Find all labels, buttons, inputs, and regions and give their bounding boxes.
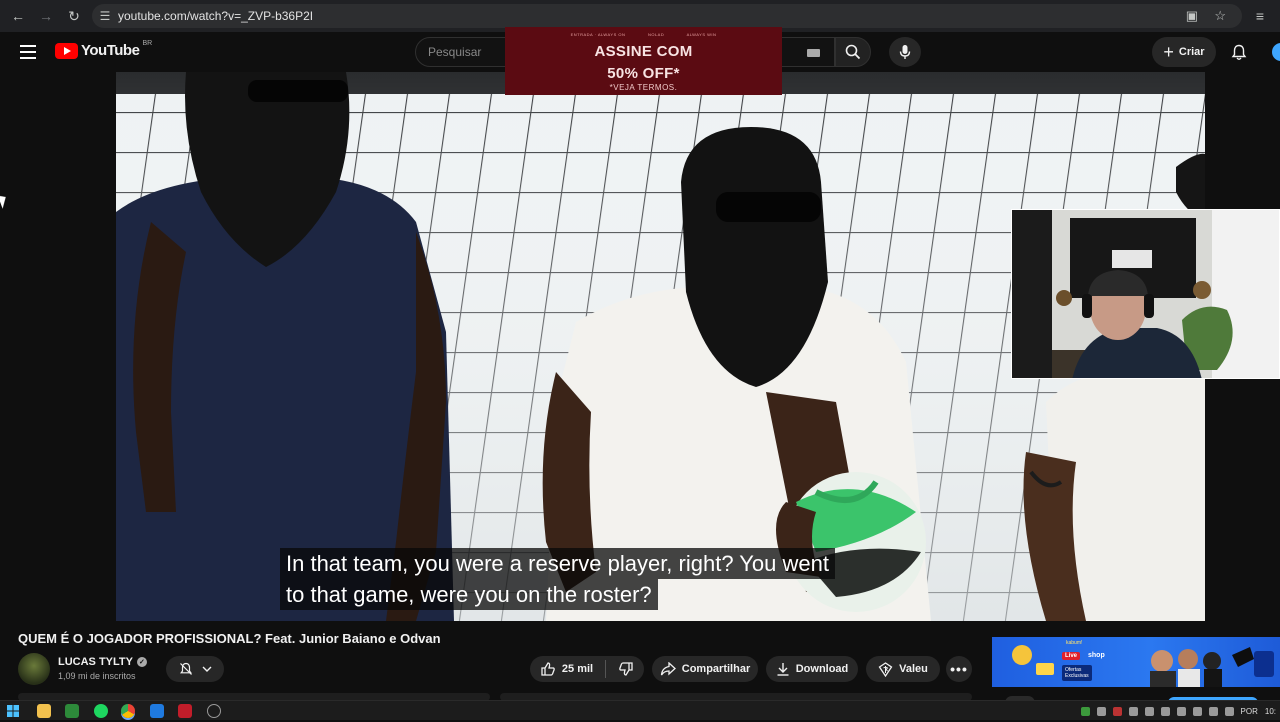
download-button[interactable]: Download (766, 656, 858, 682)
ad-fine-print-3: ALWAYS WIN (686, 32, 717, 37)
ad-fine-print-2: NOLAD (647, 32, 665, 37)
url-text: youtube.com/watch?v=_ZVP-b36P2I (118, 9, 314, 23)
back-arrow-icon[interactable]: ← (4, 0, 32, 32)
thanks-label: Valeu (899, 663, 928, 675)
bell-off-icon (179, 662, 192, 675)
rec-ad-brand: kabum! (1066, 640, 1083, 646)
verified-check-icon: ✓ (136, 657, 147, 667)
ad-fine-print: ENTRADA · ALWAYS ON NOLAD ALWAYS WIN (505, 32, 782, 37)
windows-start-icon[interactable] (7, 704, 21, 718)
dislike-thumb-icon[interactable] (618, 661, 634, 677)
chrome-icon[interactable] (121, 704, 135, 718)
recommended-ad-banner[interactable]: kabum! Live shop Ofertas Exclusivas (992, 637, 1280, 687)
tray-battery-icon[interactable] (1192, 706, 1202, 716)
like-thumb-icon[interactable] (540, 661, 556, 677)
rec-ad-ofertas: Ofertas Exclusivas (1062, 665, 1092, 681)
webcam-feed (1012, 210, 1279, 378)
menu-hamburger-icon[interactable] (16, 40, 40, 64)
search-placeholder: Pesquisar (428, 45, 482, 59)
tray-gamepad-icon[interactable] (1128, 706, 1138, 716)
video-subtitles: In that team, you were a reserve player,… (280, 548, 960, 610)
super-thanks-icon (878, 661, 893, 677)
clock-time[interactable]: 10: (1265, 707, 1276, 716)
system-tray: POR 10: (1080, 703, 1280, 719)
tray-volume-icon[interactable] (1224, 706, 1234, 716)
tray-mic-icon[interactable] (1176, 706, 1186, 716)
create-button[interactable]: + Criar (1152, 37, 1216, 67)
address-bar[interactable]: ☰ youtube.com/watch?v=_ZVP-b36P2I ▣ ☆ (92, 4, 1242, 28)
site-info-icon[interactable]: ☰ (92, 9, 118, 23)
xbox-app-icon[interactable] (65, 704, 79, 718)
video-title: QUEM É O JOGADOR PROFISSIONAL? Feat. Jun… (18, 631, 441, 646)
voice-search-button[interactable] (889, 37, 921, 67)
app-blue-icon[interactable] (150, 704, 164, 718)
more-actions-button[interactable]: ••• (946, 656, 972, 682)
channel-name: LUCAS TYLTY (58, 656, 133, 668)
rec-ad-live-badge: Live (1062, 652, 1081, 660)
reload-icon[interactable]: ↻ (60, 0, 88, 32)
microphone-icon (899, 45, 911, 59)
app-circle-icon[interactable] (207, 704, 221, 718)
bell-icon (1231, 44, 1247, 60)
spotify-icon[interactable] (94, 704, 108, 718)
download-icon (777, 663, 789, 676)
more-dots-icon: ••• (950, 661, 968, 677)
install-app-icon[interactable]: ▣ (1186, 4, 1198, 28)
thanks-button[interactable]: Valeu (866, 656, 940, 682)
tray-cursor-icon[interactable] (1096, 706, 1106, 716)
bookmark-star-icon[interactable]: ☆ (1214, 4, 1226, 28)
create-label: Criar (1178, 46, 1205, 58)
subscriber-count: 1,09 mi de inscritos (58, 671, 136, 681)
chevron-down-icon (202, 666, 211, 672)
rec-ad-shop: shop (1088, 652, 1105, 659)
ad-fine-print-1: ENTRADA · ALWAYS ON (570, 32, 626, 37)
ad-banner[interactable]: ENTRADA · ALWAYS ON NOLAD ALWAYS WIN ASS… (505, 27, 782, 95)
tray-network-icon[interactable] (1208, 706, 1218, 716)
rec-ad-artwork (1012, 645, 1274, 687)
forward-arrow-icon[interactable]: → (32, 0, 60, 32)
subscription-bell-button[interactable] (166, 656, 224, 682)
channel-avatar[interactable] (18, 653, 50, 685)
tray-clock-icon[interactable] (1144, 706, 1154, 716)
search-button[interactable] (835, 37, 871, 67)
app-red-icon[interactable] (178, 704, 192, 718)
share-button[interactable]: Compartilhar (652, 656, 758, 682)
like-dislike-group: 25 mil (530, 656, 644, 682)
account-avatar[interactable] (1270, 41, 1280, 63)
like-count[interactable]: 25 mil (562, 663, 593, 675)
keyboard-language[interactable]: POR (1241, 707, 1258, 716)
subtitle-line-2: to that game, were you on the roster? (280, 579, 658, 610)
download-label: Download (795, 663, 849, 675)
webcam-overlay (1011, 209, 1280, 379)
mouse-cursor-icon (0, 193, 10, 209)
file-explorer-icon[interactable] (37, 704, 51, 718)
tray-app2-icon[interactable] (1160, 706, 1170, 716)
ad-headline-2: 50% OFF* (607, 65, 680, 82)
tray-app-icon[interactable] (1080, 706, 1090, 716)
subtitle-line-1: In that team, you were a reserve player,… (280, 548, 835, 579)
reading-list-icon[interactable]: ≡ (1246, 0, 1274, 32)
youtube-logo[interactable]: YouTube BR (55, 40, 153, 59)
logo-text: YouTube (81, 42, 140, 59)
share-arrow-icon (660, 662, 676, 676)
notifications-button[interactable] (1226, 40, 1252, 64)
ad-subline: *VEJA TERMOS. (609, 83, 678, 92)
keyboard-icon[interactable] (807, 49, 820, 57)
share-label: Compartilhar (681, 663, 751, 675)
windows-taskbar: POR 10: (0, 700, 1280, 720)
like-divider (605, 660, 607, 678)
ad-headline-1: ASSINE COM (594, 43, 693, 60)
youtube-play-icon (55, 42, 78, 59)
country-code: BR (142, 40, 153, 47)
search-icon (845, 44, 861, 60)
tray-red-icon[interactable] (1112, 706, 1122, 716)
plus-icon: + (1163, 42, 1174, 62)
channel-name-link[interactable]: LUCAS TYLTY ✓ (58, 656, 147, 668)
